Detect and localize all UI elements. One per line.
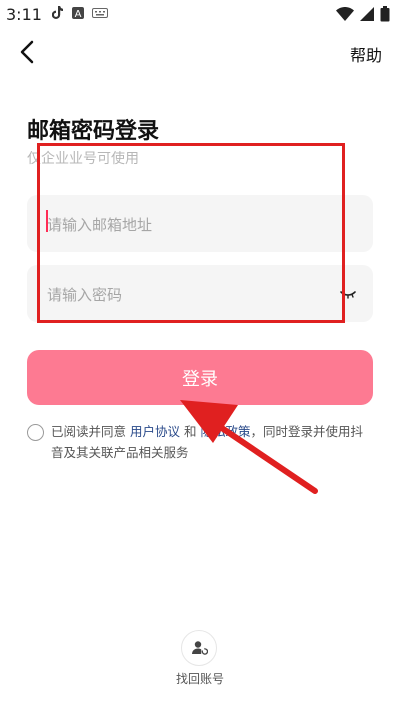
status-bar: 3:11 A <box>0 0 400 30</box>
help-link[interactable]: 帮助 <box>350 42 382 66</box>
chevron-left-icon <box>20 40 34 64</box>
keyboard-icon <box>92 8 108 18</box>
agreement-text: 已阅读并同意 用户协议 和 隐私政策，同时登录并使用抖音及其关联产品相关服务 <box>51 421 371 463</box>
signal-icon <box>360 7 374 21</box>
battery-icon <box>380 6 390 22</box>
page-title: 邮箱密码登录 <box>27 119 160 144</box>
wifi-icon <box>336 7 354 21</box>
annotation-highlight-box <box>37 143 345 323</box>
user-refresh-icon <box>192 641 208 655</box>
recover-account-label[interactable]: 找回账号 <box>0 670 400 687</box>
login-button[interactable]: 登录 <box>27 350 373 405</box>
tiktok-notification-icon <box>52 6 63 19</box>
status-time: 3:11 <box>6 5 42 24</box>
agreement-checkbox[interactable] <box>27 424 44 441</box>
user-agreement-link[interactable]: 用户协议 <box>130 424 180 439</box>
font-a-icon: A <box>72 7 84 19</box>
notification-icons: A <box>52 6 108 20</box>
recover-account-button[interactable] <box>181 630 217 666</box>
agreement-and: 和 <box>180 424 201 439</box>
system-icons <box>336 6 390 22</box>
svg-text:A: A <box>75 9 82 19</box>
back-button[interactable] <box>14 38 42 66</box>
agreement-prefix: 已阅读并同意 <box>51 424 130 439</box>
privacy-policy-link[interactable]: 隐私政策 <box>200 424 250 439</box>
